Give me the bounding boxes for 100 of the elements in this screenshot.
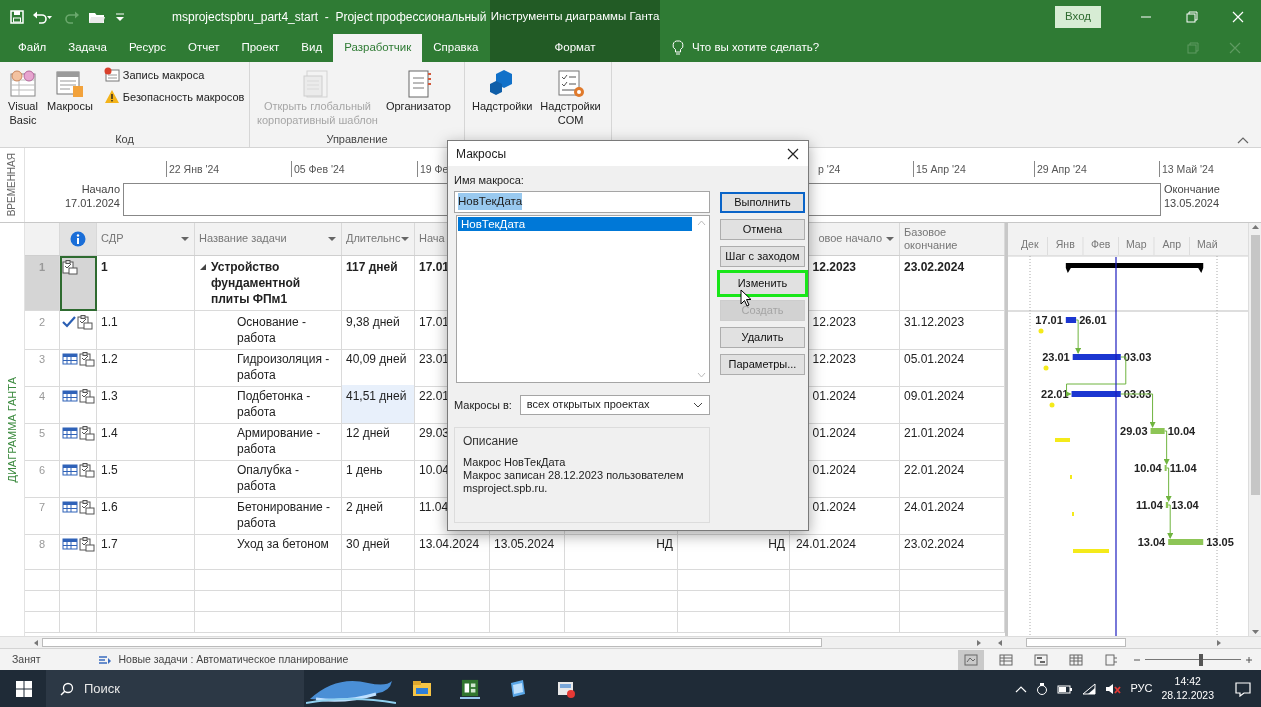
network-icon[interactable]	[1082, 682, 1097, 695]
undo-icon[interactable]	[32, 10, 52, 24]
scroll-right-icon[interactable]	[1215, 638, 1223, 647]
dialog-button[interactable]: Удалить	[720, 327, 805, 348]
column-header[interactable]: овое начало	[818, 232, 882, 246]
search-field[interactable]: Поиск	[46, 670, 304, 707]
ribbon-tab[interactable]: Отчет	[176, 34, 231, 62]
empty-cell[interactable]	[565, 612, 678, 633]
dialog-button[interactable]: Параметры...	[720, 354, 805, 375]
ribbon-tab[interactable]: Формат	[543, 34, 607, 62]
ribbon-tab[interactable]: Задача	[57, 34, 118, 62]
scrollbar-thumb[interactable]	[1250, 235, 1260, 495]
notes-app-icon[interactable]	[508, 678, 528, 699]
ribbon-button[interactable]: Организатор	[382, 66, 454, 116]
folder-app-icon[interactable]	[412, 678, 432, 699]
column-header[interactable]: Нача	[419, 232, 445, 246]
dialog-button[interactable]: Изменить	[717, 270, 808, 297]
empty-cell[interactable]	[678, 591, 790, 612]
scroll-right-icon[interactable]	[975, 638, 983, 647]
scrollbar-thumb[interactable]	[42, 638, 822, 647]
empty-cell[interactable]	[342, 612, 415, 633]
empty-cell[interactable]	[415, 570, 490, 591]
keyboard-language[interactable]: РУС	[1130, 680, 1153, 697]
empty-cell[interactable]	[678, 612, 790, 633]
speaker-muted-icon[interactable]	[1105, 682, 1122, 695]
ribbon-tab[interactable]: Проект	[230, 34, 291, 62]
folder-icon[interactable]	[88, 10, 106, 24]
ribbon-button[interactable]: Безопасность макросов	[101, 87, 247, 106]
empty-cell[interactable]	[790, 570, 900, 591]
column-header[interactable]: Название задачи	[199, 232, 287, 246]
empty-cell[interactable]	[342, 570, 415, 591]
ribbon-button[interactable]: Visual Basic	[4, 66, 42, 130]
empty-cell[interactable]	[97, 570, 195, 591]
empty-cell[interactable]	[415, 591, 490, 612]
empty-cell[interactable]	[60, 612, 97, 633]
dialog-button[interactable]: Выполнить	[720, 192, 805, 213]
document-close-icon[interactable]	[1229, 42, 1241, 54]
notifications-icon[interactable]	[1235, 680, 1251, 697]
empty-cell[interactable]	[490, 570, 565, 591]
ribbon-tab[interactable]: Ресурс	[117, 34, 177, 62]
macro-list-item[interactable]: НовТекДата	[458, 216, 692, 231]
empty-cell[interactable]	[565, 591, 678, 612]
empty-cell[interactable]	[97, 591, 195, 612]
empty-cell[interactable]	[415, 612, 490, 633]
active-cell[interactable]	[60, 256, 97, 311]
windows-start-icon[interactable]	[16, 680, 32, 697]
ribbon-tab[interactable]: Справка	[422, 34, 490, 62]
empty-cell[interactable]	[97, 612, 195, 633]
ribbon-button[interactable]: Запись макроса	[101, 66, 247, 85]
column-header[interactable]: СДР	[101, 232, 124, 246]
column-header[interactable]: Базовое окончание	[904, 225, 974, 253]
tell-me-prompt[interactable]: Что вы хотите сделать?	[692, 39, 820, 57]
dialog-button[interactable]: Шаг с заходом	[720, 246, 805, 267]
ribbon-button[interactable]: Надстройки	[469, 66, 536, 116]
empty-cell[interactable]	[25, 591, 60, 612]
scrollbar-thumb[interactable]	[1026, 638, 1126, 647]
sign-in-button[interactable]: Вход	[1055, 6, 1101, 28]
scroll-left-icon[interactable]	[32, 638, 40, 647]
dialog-button[interactable]: Отмена	[720, 219, 805, 240]
empty-cell[interactable]	[490, 612, 565, 633]
scroll-left-icon[interactable]	[996, 638, 1004, 647]
task-mode-label[interactable]: Новые задачи : Автоматическое планирование	[118, 651, 349, 668]
empty-cell[interactable]	[195, 612, 342, 633]
dropdown-arrow-icon[interactable]	[180, 235, 190, 243]
empty-cell[interactable]	[195, 591, 342, 612]
dropdown-arrow-icon[interactable]	[400, 235, 411, 243]
vertical-scrollbar[interactable]	[1248, 223, 1261, 636]
empty-cell[interactable]	[678, 570, 790, 591]
empty-cell[interactable]	[790, 591, 900, 612]
dropdown-arrow-icon[interactable]	[327, 235, 337, 243]
battery-icon[interactable]	[1057, 682, 1074, 695]
show-hidden-icons-icon[interactable]	[1015, 684, 1028, 693]
location-dropdown[interactable]: всех открытых проектах	[519, 394, 710, 415]
save-icon[interactable]	[10, 10, 24, 24]
collapse-ribbon-icon[interactable]	[1237, 136, 1249, 144]
empty-cell[interactable]	[25, 570, 60, 591]
customize-toolbar-icon[interactable]	[114, 11, 126, 23]
empty-cell[interactable]	[195, 570, 342, 591]
empty-cell[interactable]	[25, 612, 60, 633]
zoom-slider-thumb[interactable]	[1198, 653, 1203, 666]
view-button[interactable]	[958, 649, 984, 670]
clock-date[interactable]: 28.12.2023	[1161, 688, 1214, 703]
empty-cell[interactable]	[60, 570, 97, 591]
ribbon-button[interactable]: Надстройки COM	[537, 66, 604, 130]
scroll-up-icon[interactable]	[696, 219, 706, 226]
scroll-down-icon[interactable]	[696, 371, 706, 378]
clock-time[interactable]: 14:42	[1161, 674, 1214, 689]
empty-cell[interactable]	[790, 612, 900, 633]
ribbon-tab[interactable]: Файл	[7, 34, 58, 62]
horizontal-scrollbar[interactable]	[0, 636, 1261, 648]
document-restore-icon[interactable]	[1187, 42, 1199, 54]
empty-cell[interactable]	[342, 591, 415, 612]
macro-list[interactable]: НовТекДата	[456, 214, 710, 383]
empty-cell[interactable]	[490, 591, 565, 612]
ribbon-tab[interactable]: Вид	[290, 34, 334, 62]
column-header[interactable]: Длительнс	[346, 232, 401, 246]
ribbon-button[interactable]: Макросы	[44, 66, 96, 116]
dropdown-arrow-icon[interactable]	[885, 235, 895, 243]
project-app-icon[interactable]	[460, 678, 480, 699]
zoom-in-icon[interactable]	[1245, 655, 1253, 664]
